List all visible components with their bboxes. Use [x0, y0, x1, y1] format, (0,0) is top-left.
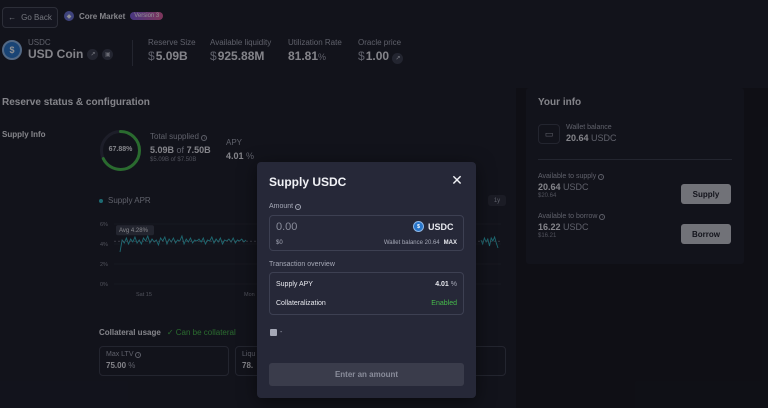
- wallet-balance-text: Wallet balance 20.64: [383, 240, 440, 246]
- asset-symbol: USDC: [428, 221, 454, 232]
- modal-title: Supply USDC: [269, 175, 347, 189]
- overview-collateral-value: Enabled: [431, 300, 457, 307]
- wallet-balance-row: Wallet balance 20.64 MAX: [384, 240, 457, 246]
- gas-pump-icon: [270, 329, 277, 336]
- gas-value: -: [280, 329, 283, 336]
- close-icon[interactable]: ✕: [450, 173, 464, 187]
- amount-field: $ USDC $0 Wallet balance 20.64 MAX: [269, 215, 464, 251]
- overview-apy-value: 4.01 %: [435, 281, 457, 288]
- amount-usd-value: $0: [276, 240, 283, 246]
- asset-indicator: $ USDC: [413, 221, 454, 232]
- transaction-overview: Supply APY 4.01 % Collateralization Enab…: [269, 272, 464, 315]
- info-icon[interactable]: i: [295, 203, 302, 210]
- overview-apy-label: Supply APY: [276, 281, 313, 288]
- transaction-overview-label: Transaction overview: [269, 261, 335, 268]
- max-button[interactable]: MAX: [444, 240, 457, 246]
- supply-modal: Supply USDC ✕ Amounti $ USDC $0 Wallet b…: [257, 162, 476, 398]
- overview-collateral-label: Collateralization: [276, 300, 326, 307]
- usdc-icon: $: [413, 221, 424, 232]
- amount-label: Amount i: [269, 203, 302, 210]
- enter-amount-button[interactable]: Enter an amount: [269, 363, 464, 386]
- overview-row-collateral: Collateralization Enabled: [276, 300, 457, 307]
- amount-input[interactable]: [276, 221, 386, 233]
- gas-estimate: -: [270, 329, 282, 336]
- overview-row-apy: Supply APY 4.01 %: [276, 281, 457, 288]
